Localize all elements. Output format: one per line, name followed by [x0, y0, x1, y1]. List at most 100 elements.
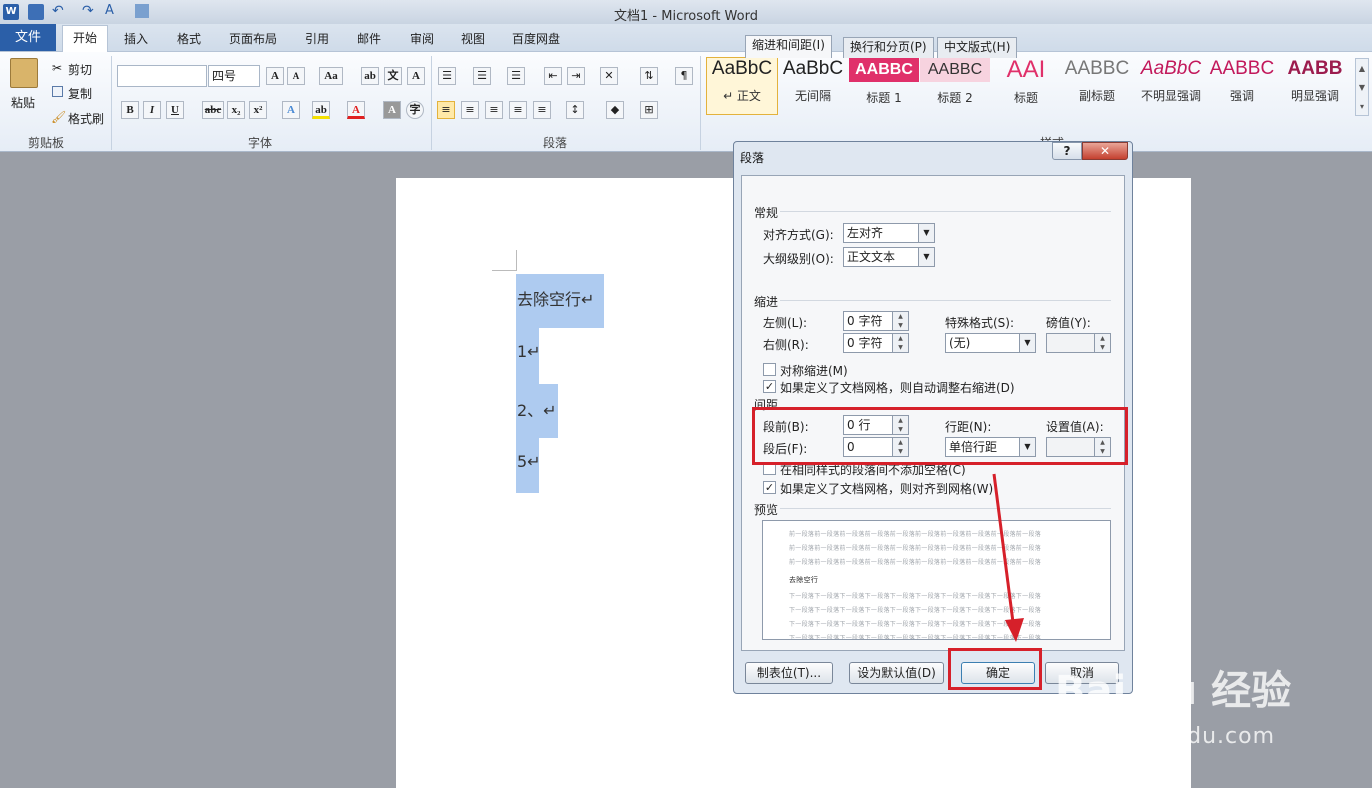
borders-icon[interactable]: ⊞	[640, 101, 658, 119]
left-indent-input[interactable]: 0 字符 ▲ ▼	[843, 311, 909, 331]
align-right-icon[interactable]: ≡	[485, 101, 503, 119]
style-name: 标题	[1013, 91, 1038, 105]
bold-icon[interactable]: B	[121, 101, 139, 119]
tab-file[interactable]: 文件	[0, 24, 56, 51]
tab-insert[interactable]: 插入	[124, 30, 148, 47]
font-size-combo[interactable]: 四号	[208, 65, 260, 87]
style-tile[interactable]: AABBC 强调	[1207, 58, 1277, 114]
tab-asian-typography[interactable]: 中文版式(H)	[937, 37, 1018, 58]
font-name-combo[interactable]	[117, 65, 207, 87]
increase-indent-icon[interactable]: ⇥	[567, 67, 585, 85]
watermark-url: jingyan.baidu.com	[1055, 724, 1276, 749]
snap-to-grid-checkbox[interactable]: ✓	[763, 481, 776, 494]
italic-icon[interactable]: I	[143, 101, 161, 119]
chevron-down-icon[interactable]: ▼	[1019, 334, 1035, 352]
mirror-indent-label: 对称缩进(M)	[780, 364, 848, 378]
style-sample: AABB	[1287, 58, 1343, 79]
tab-mailings[interactable]: 邮件	[357, 30, 381, 47]
text-effects-icon[interactable]: A	[282, 101, 300, 119]
tab-indents-spacing[interactable]: 缩进和间距(I)	[745, 35, 832, 58]
decrease-indent-icon[interactable]: ⇤	[544, 67, 562, 85]
tab-line-page-breaks[interactable]: 换行和分页(P)	[843, 37, 934, 58]
phonetic-guide-icon[interactable]: 文	[384, 67, 402, 85]
doc-line[interactable]: 1↵	[517, 342, 541, 361]
format-painter-button[interactable]: 格式刷	[68, 110, 104, 127]
indent-by-input[interactable]: ▲ ▼	[1046, 333, 1111, 353]
group-separator	[431, 56, 432, 150]
spinner-icon[interactable]: ▲ ▼	[892, 312, 908, 330]
copy-button[interactable]: 复制	[68, 85, 92, 102]
align-left-icon[interactable]: ≡	[437, 101, 455, 119]
help-button[interactable]: ?	[1052, 142, 1082, 160]
clear-format-icon[interactable]: ab	[361, 67, 379, 85]
tabs-button[interactable]: 制表位(T)...	[745, 662, 833, 684]
shrink-font-icon[interactable]: A	[287, 67, 305, 85]
special-indent-select[interactable]: (无) ▼	[945, 333, 1036, 353]
grow-font-icon[interactable]: A	[266, 67, 284, 85]
auto-adjust-checkbox[interactable]: ✓	[763, 380, 776, 393]
highlight-color-icon[interactable]: ab	[312, 101, 330, 119]
bullets-icon[interactable]: ☰	[438, 67, 456, 85]
paste-icon[interactable]	[10, 58, 38, 88]
right-indent-input[interactable]: 0 字符 ▲ ▼	[843, 333, 909, 353]
shading-icon[interactable]: ◆	[606, 101, 624, 119]
chevron-down-icon[interactable]: ▼	[918, 224, 934, 242]
underline-icon[interactable]: U	[166, 101, 184, 119]
font-color-icon[interactable]: A	[347, 101, 365, 119]
tab-baidu-pan[interactable]: 百度网盘	[512, 30, 560, 47]
character-border-icon[interactable]: A	[407, 67, 425, 85]
special-indent-label: 特殊格式(S):	[945, 316, 1015, 330]
justify-icon[interactable]: ≡	[509, 101, 527, 119]
copy-icon[interactable]	[52, 86, 63, 97]
style-tile[interactable]: AaBbC 无间隔	[778, 58, 848, 114]
subscript-icon[interactable]: x₂	[227, 101, 245, 119]
align-center-icon[interactable]: ≡	[461, 101, 479, 119]
close-button[interactable]: ✕	[1082, 142, 1128, 160]
tab-page-layout[interactable]: 页面布局	[229, 30, 277, 47]
doc-line[interactable]: 5↵	[517, 452, 541, 471]
format-painter-icon[interactable]: 🖌	[51, 110, 66, 124]
style-name: 强调	[1229, 89, 1254, 103]
cut-button[interactable]: 剪切	[68, 61, 92, 78]
styles-scroll[interactable]: ▲ ▼ ▾	[1355, 58, 1369, 116]
tab-home[interactable]: 开始	[62, 25, 108, 52]
style-tile[interactable]: AABBC 标题 2	[920, 58, 990, 114]
spinner-icon[interactable]: ▲ ▼	[892, 334, 908, 352]
outline-level-label: 大纲级别(O):	[763, 252, 834, 266]
paste-button[interactable]: 粘贴	[11, 94, 35, 111]
tab-review[interactable]: 审阅	[410, 30, 434, 47]
tab-format[interactable]: 格式	[177, 30, 201, 47]
superscript-icon[interactable]: x²	[249, 101, 267, 119]
alignment-select[interactable]: 左对齐 ▼	[843, 223, 935, 243]
character-shading-icon[interactable]: A	[383, 101, 401, 119]
style-tile[interactable]: AABBC 标题 1	[849, 58, 919, 114]
mirror-indent-checkbox[interactable]	[763, 363, 776, 376]
doc-line[interactable]: 去除空行↵	[517, 286, 594, 310]
scissors-icon[interactable]: ✂	[52, 61, 62, 75]
style-tile[interactable]: AABB 明显强调	[1280, 58, 1350, 114]
style-name: 明显强调	[1290, 89, 1339, 103]
style-tile[interactable]: AAI 标题	[991, 58, 1061, 114]
style-tile[interactable]: AaBbC ↵ 正文	[707, 58, 777, 114]
sort-icon[interactable]: ⇅	[640, 67, 658, 85]
style-tile[interactable]: AaBbC 不明显强调	[1136, 58, 1206, 114]
numbering-icon[interactable]: ☰	[473, 67, 491, 85]
style-tile[interactable]: AABBC 副标题	[1062, 58, 1132, 114]
show-marks-icon[interactable]: ¶	[675, 67, 693, 85]
outline-level-select[interactable]: 正文文本 ▼	[843, 247, 935, 267]
strikethrough-icon[interactable]: abc	[202, 101, 224, 119]
multilevel-list-icon[interactable]: ☰	[507, 67, 525, 85]
distributed-icon[interactable]: ≡	[533, 101, 551, 119]
arrow-head	[1005, 618, 1024, 642]
doc-line[interactable]: 2、↵	[517, 397, 557, 421]
tab-references[interactable]: 引用	[305, 30, 329, 47]
change-case-icon[interactable]: Aa	[319, 67, 343, 85]
enclose-character-icon[interactable]: 字	[406, 101, 424, 119]
line-spacing-icon[interactable]: ↕	[566, 101, 584, 119]
set-default-button[interactable]: 设为默认值(D)	[849, 662, 944, 684]
chinese-layout-icon[interactable]: ✕	[600, 67, 618, 85]
spinner-icon[interactable]: ▲ ▼	[1094, 334, 1110, 352]
spacing-highlight-box	[752, 407, 1128, 465]
tab-view[interactable]: 视图	[461, 30, 485, 47]
chevron-down-icon[interactable]: ▼	[918, 248, 934, 266]
